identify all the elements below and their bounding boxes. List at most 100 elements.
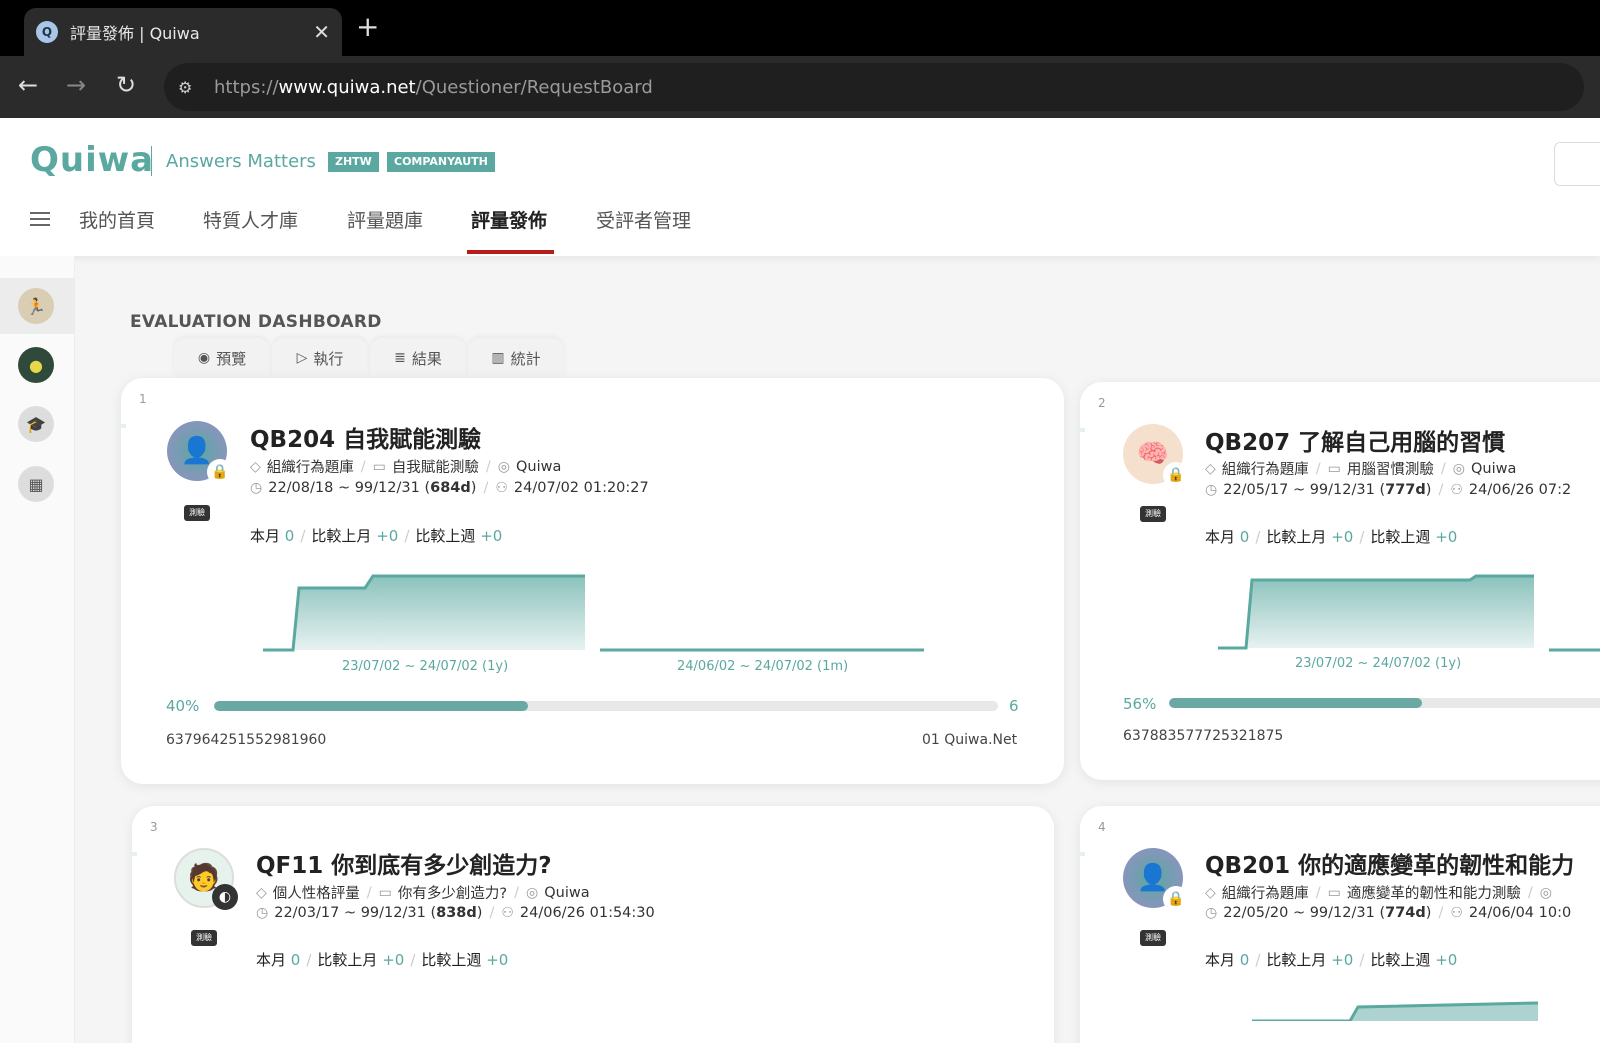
nav-talent-pool[interactable]: 特質人才庫 [203, 206, 298, 233]
database-icon: ≣ [394, 350, 406, 366]
tab-preview-label: 預覽 [216, 349, 247, 368]
auth-badge: COMPANYAUTH [387, 152, 495, 172]
card-number: 1 [139, 392, 147, 406]
app-header: Quiwa Answers Matters ZHTW COMPANYAUTH 我… [0, 118, 1600, 256]
tab-results[interactable]: ≣ 結果 [370, 338, 466, 378]
nav-evaluation-publish[interactable]: 評量發佈 [471, 206, 547, 233]
stat-value: 0 [1239, 528, 1250, 546]
card-meta-row: ◇ 個人性格評量 / ▭ 你有多少創造力? / ◎ Quiwa [256, 882, 590, 903]
stat-value: 0 [284, 527, 295, 545]
stat-label: 比較上週 [415, 527, 476, 545]
divider: / [1315, 460, 1321, 477]
last-time: 24/06/26 01:54:30 [519, 905, 655, 921]
card-title[interactable]: QF11 你到底有多少創造力? [256, 846, 552, 880]
progress-bar [1169, 698, 1600, 708]
yearly-sparkline [1252, 1001, 1539, 1021]
browser-tabbar: Q 評量發佈 | Quiwa ✕ + [0, 0, 1600, 56]
yearly-sparkline [1218, 574, 1534, 650]
graduate-icon[interactable]: 🎓 [18, 406, 54, 442]
close-icon[interactable]: ✕ [313, 20, 330, 44]
owner: Quiwa [544, 884, 590, 901]
progress-percent: 56% [1123, 695, 1157, 713]
menu-icon[interactable] [30, 212, 50, 226]
person-icon: 👤 [1136, 863, 1170, 893]
evaluation-card[interactable]: 2 🧠 🔒 測驗 QB207 了解自己用腦的習慣 ◇ 組織行為題庫 / ▭ 用腦習慣… [1080, 382, 1600, 780]
lock-icon: ◐ [212, 884, 238, 910]
users-icon: ⚇ [1450, 905, 1463, 921]
tab-preview[interactable]: ◉ 預覽 [174, 338, 270, 378]
tab-statistics[interactable]: ▥ 統計 [468, 338, 564, 378]
evaluation-card[interactable]: 1 👤 🔒 測驗 QB204 自我賦能測驗 ◇ 組織行為題庫 / ▭ 自我賦能測驗 … [121, 378, 1064, 784]
divider: / [1315, 884, 1321, 901]
category: 組織行為題庫 [266, 460, 354, 476]
runner-icon[interactable]: 🏃 [18, 288, 54, 324]
card-id: 637964251552981960 [166, 732, 327, 748]
forward-icon[interactable]: → [66, 70, 86, 100]
stat-label: 比較上週 [1370, 528, 1431, 546]
card-title[interactable]: QB207 了解自己用腦的習慣 [1205, 423, 1505, 457]
brain-icon: 🧠 [1136, 439, 1170, 469]
avatar: 👤 🔒 [1123, 848, 1189, 912]
card-stats: 本月 0 / 比較上月 +0 / 比較上週 +0 [1205, 526, 1457, 547]
progress-bar [214, 701, 998, 711]
card-title[interactable]: QB204 自我賦能測驗 [250, 420, 481, 454]
card-number: 4 [1098, 820, 1106, 834]
reload-icon[interactable]: ↻ [116, 70, 136, 100]
avatar: 🧠 🔒 [1123, 424, 1189, 488]
tab-execute[interactable]: ▷ 執行 [272, 338, 368, 378]
divider: / [1527, 884, 1533, 901]
stat-value: +0 [1331, 951, 1354, 969]
bar-chart-icon: ▥ [491, 350, 505, 366]
tab-execute-label: 執行 [313, 349, 344, 368]
user-circle-icon: ◎ [1539, 884, 1553, 901]
card-period-row: ◷ 22/05/17 ~ 99/12/31 (777d) / ⚇ 24/06/26 … [1205, 482, 1571, 498]
stat-label: 本月 [1205, 528, 1236, 546]
stat-value: +0 [480, 527, 503, 545]
stat-value: +0 [376, 527, 399, 545]
grid-icon[interactable]: ▦ [18, 466, 54, 502]
period-end: ) [470, 480, 477, 496]
card-period-row: ◷ 22/03/17 ~ 99/12/31 (838d) / ⚇ 24/06/26 … [256, 905, 655, 921]
divider: / [404, 527, 410, 545]
archive-icon: ▭ [372, 458, 386, 475]
tag-icon: ◇ [1205, 884, 1216, 901]
divider: / [410, 951, 416, 969]
progress-fill [214, 701, 528, 711]
evaluation-card[interactable]: 4 👤 🔒 測驗 QB201 你的適應變革的韌性和能力 ◇ 組織行為題庫 / ▭ 適… [1080, 806, 1600, 1043]
category: 個人性格評量 [272, 886, 360, 902]
days: 774d [1385, 905, 1426, 921]
divider: / [1438, 482, 1444, 498]
address-bar[interactable]: ⚙ https://www.quiwa.net/Questioner/Reque… [164, 63, 1584, 111]
nav-home[interactable]: 我的首頁 [79, 206, 155, 233]
test-name: 自我賦能測驗 [391, 460, 479, 476]
card-stats: 本月 0 / 比較上月 +0 / 比較上週 +0 [250, 525, 502, 546]
divider: / [1255, 951, 1261, 969]
card-number: 3 [150, 820, 158, 834]
avatar: 👤 🔒 [167, 421, 233, 485]
divider: / [1359, 528, 1365, 546]
stat-label: 比較上月 [317, 951, 378, 969]
evaluation-card[interactable]: 3 🧑 ◐ 測驗 QF11 你到底有多少創造力? ◇ 個人性格評量 / ▭ 你有多少… [132, 806, 1054, 1043]
tag-icon: ◇ [1205, 460, 1216, 477]
back-icon[interactable]: ← [18, 70, 38, 100]
tab-results-label: 結果 [411, 349, 442, 368]
tag-icon: ◇ [250, 458, 261, 475]
clock-icon: ◷ [256, 905, 269, 921]
nav-question-bank[interactable]: 評量題庫 [347, 206, 423, 233]
play-icon: ▷ [296, 350, 308, 366]
test-name: 用腦習慣測驗 [1346, 462, 1434, 478]
stat-label: 本月 [256, 951, 287, 969]
header-right-control[interactable] [1554, 142, 1600, 186]
stat-label: 比較上月 [311, 527, 372, 545]
coins-icon[interactable]: ● [18, 347, 54, 383]
site-settings-icon[interactable]: ⚙ [178, 78, 204, 97]
logo[interactable]: Quiwa [30, 140, 154, 180]
test-name: 適應變革的韌性和能力測驗 [1346, 886, 1521, 902]
stat-label: 本月 [1205, 951, 1236, 969]
new-tab-icon[interactable]: + [356, 12, 379, 42]
browser-tab[interactable]: Q 評量發佈 | Quiwa ✕ [24, 8, 342, 56]
nav-examinee-management[interactable]: 受評者管理 [596, 206, 691, 233]
archive-icon: ▭ [1327, 884, 1341, 901]
divider: / [300, 527, 306, 545]
card-title[interactable]: QB201 你的適應變革的韌性和能力 [1205, 846, 1574, 880]
